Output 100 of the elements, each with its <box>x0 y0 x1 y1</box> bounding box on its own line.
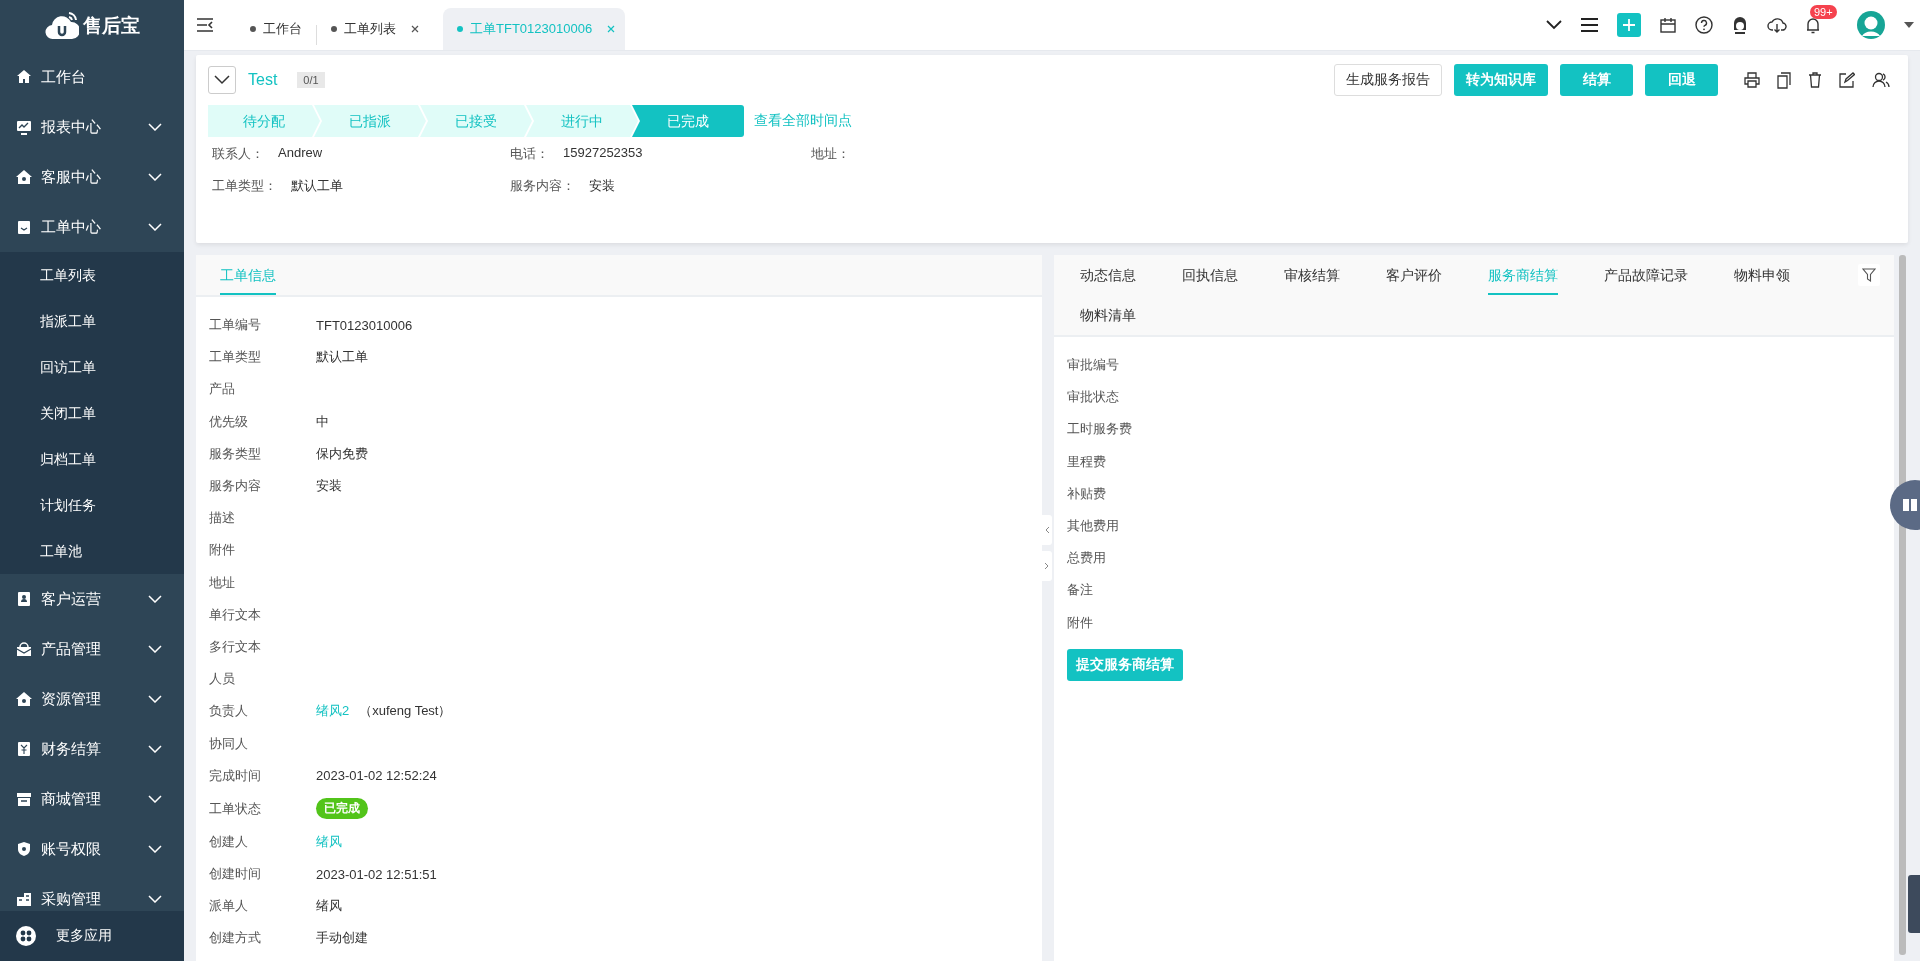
field-value: 默认工单 <box>316 348 368 367</box>
field-label: 人员 <box>209 670 236 689</box>
more-apps-item[interactable]: 更多应用 <box>0 911 184 961</box>
chevron-down-icon <box>148 845 162 853</box>
field-label: 服务类型 <box>209 444 262 463</box>
panel-tab[interactable]: 产品故障记录 <box>1604 255 1688 295</box>
order-title: Test <box>248 71 278 89</box>
sidebar-menu-item[interactable]: 工单中心 <box>0 202 184 252</box>
sidebar-submenu-item[interactable]: 关闭工单 <box>0 390 102 436</box>
panel-tab[interactable]: 物料清单 <box>1080 295 1136 335</box>
collapse-menu-icon[interactable] <box>196 18 214 32</box>
home-icon <box>16 69 32 85</box>
page-tab[interactable]: 工单列表 <box>317 8 433 50</box>
copy-icon[interactable] <box>1777 71 1791 89</box>
menu-icon[interactable] <box>1581 18 1598 32</box>
sidebar-menu-item[interactable]: 采购管理 <box>0 874 184 911</box>
panel-tab[interactable]: 回执信息 <box>1182 255 1238 295</box>
progress-count-badge: 0/1 <box>297 72 325 88</box>
sidebar-menu-item[interactable]: 账号权限 <box>0 824 184 874</box>
close-icon[interactable] <box>411 25 419 33</box>
chevron-down-icon <box>148 745 162 753</box>
field-label: 创建人 <box>209 832 249 851</box>
avatar-icon[interactable] <box>1857 11 1885 39</box>
chevron-down-icon <box>148 695 162 703</box>
field-label: 地址 <box>209 573 236 592</box>
book-icon <box>1902 498 1918 512</box>
logo-text: 售后宝 <box>82 14 140 38</box>
calendar-icon[interactable] <box>1660 17 1676 33</box>
sidebar-submenu-item[interactable]: 工单池 <box>0 528 88 574</box>
chevron-down-icon <box>148 595 162 603</box>
field-label: 里程费 <box>1067 452 1106 471</box>
scrollbar[interactable] <box>1899 255 1906 955</box>
status-step: 已指派 <box>314 105 426 137</box>
store-icon <box>16 791 32 807</box>
chevron-down-icon <box>148 223 162 231</box>
action-button[interactable]: 生成服务报告 <box>1334 64 1442 96</box>
field-value: 2023-01-02 12:51:51 <box>316 866 437 882</box>
field-value: 默认工单 <box>291 177 343 195</box>
panel-tab[interactable]: 物料申领 <box>1734 255 1790 295</box>
report-icon <box>16 119 32 135</box>
sidebar-menu-item[interactable]: 产品管理 <box>0 624 184 674</box>
chevron-down-icon[interactable] <box>1546 20 1562 30</box>
field-value: 安装 <box>316 477 342 496</box>
sidebar-menu-item[interactable]: 财务结算 <box>0 724 184 774</box>
sidebar-submenu-item[interactable]: 归档工单 <box>0 436 102 482</box>
cloud-download-icon[interactable] <box>1767 17 1787 33</box>
field-label: 创建时间 <box>209 865 262 884</box>
notification-badge: 99+ <box>1810 5 1837 19</box>
sidebar-menu-item[interactable]: 客户运营 <box>0 574 184 624</box>
field-value: TFT0123010006 <box>316 317 413 333</box>
print-icon[interactable] <box>1744 72 1760 88</box>
panel-tab[interactable]: 客户评价 <box>1386 255 1442 295</box>
field-value: Andrew <box>278 145 323 162</box>
sidebar-menu-item[interactable]: 客服中心 <box>0 152 184 202</box>
field-value: 保内免费 <box>316 444 368 463</box>
field-label: 审批状态 <box>1067 388 1119 407</box>
field-label: 工单编号 <box>209 316 262 335</box>
sidebar-menu-item[interactable]: 报表中心 <box>0 102 184 152</box>
page-tab[interactable]: 工作台 <box>236 8 316 50</box>
status-badge: 已完成 <box>316 798 368 820</box>
sidebar-submenu-item[interactable]: 工单列表 <box>0 252 102 298</box>
contact-icon <box>16 591 32 607</box>
field-label: 优先级 <box>209 412 249 431</box>
field-label: 单行文本 <box>209 605 262 624</box>
filter-button[interactable] <box>1858 264 1880 286</box>
trash-icon[interactable] <box>1808 72 1822 88</box>
field-value: 2023-01-02 12:52:24 <box>316 768 437 784</box>
people-icon[interactable] <box>1872 72 1890 88</box>
panel-tab[interactable]: 动态信息 <box>1080 255 1136 295</box>
sidebar-menu-item[interactable]: 资源管理 <box>0 674 184 724</box>
help-icon[interactable] <box>1695 16 1713 34</box>
field-label: 工单状态 <box>209 799 262 818</box>
caret-down-icon[interactable] <box>1904 22 1914 28</box>
field-label: 其他费用 <box>1067 517 1119 536</box>
field-label: 电话： <box>510 145 549 163</box>
sidebar-submenu-item[interactable]: 回访工单 <box>0 344 102 390</box>
edit-icon[interactable] <box>1839 72 1855 88</box>
field-label: 负责人 <box>209 702 249 721</box>
field-label: 完成时间 <box>209 766 262 785</box>
building-icon <box>16 891 32 907</box>
field-label: 联系人： <box>212 145 264 163</box>
house-icon <box>16 691 32 707</box>
field-label: 多行文本 <box>209 637 262 656</box>
chevron-down-icon <box>148 173 162 181</box>
sidebar-menu-item[interactable]: 工作台 <box>0 52 184 102</box>
bag-icon <box>16 641 32 657</box>
sidebar-submenu-item[interactable]: 计划任务 <box>0 482 102 528</box>
collapse-button[interactable] <box>208 66 236 94</box>
person-icon[interactable] <box>1732 16 1748 34</box>
panel-tab[interactable]: 审核结算 <box>1284 255 1340 295</box>
sidebar-submenu-item[interactable]: 指派工单 <box>0 298 102 344</box>
chevron-down-icon <box>214 75 230 85</box>
sidebar-menu-item[interactable]: 商城管理 <box>0 774 184 824</box>
status-step: 进行中 <box>526 105 638 137</box>
field-value: 手动创建 <box>316 929 368 948</box>
field-value: 中 <box>316 412 329 431</box>
field-label: 产品 <box>209 380 236 399</box>
field-label: 描述 <box>209 509 236 528</box>
bell-icon[interactable] <box>1806 16 1820 34</box>
status-step: 已接受 <box>420 105 532 137</box>
